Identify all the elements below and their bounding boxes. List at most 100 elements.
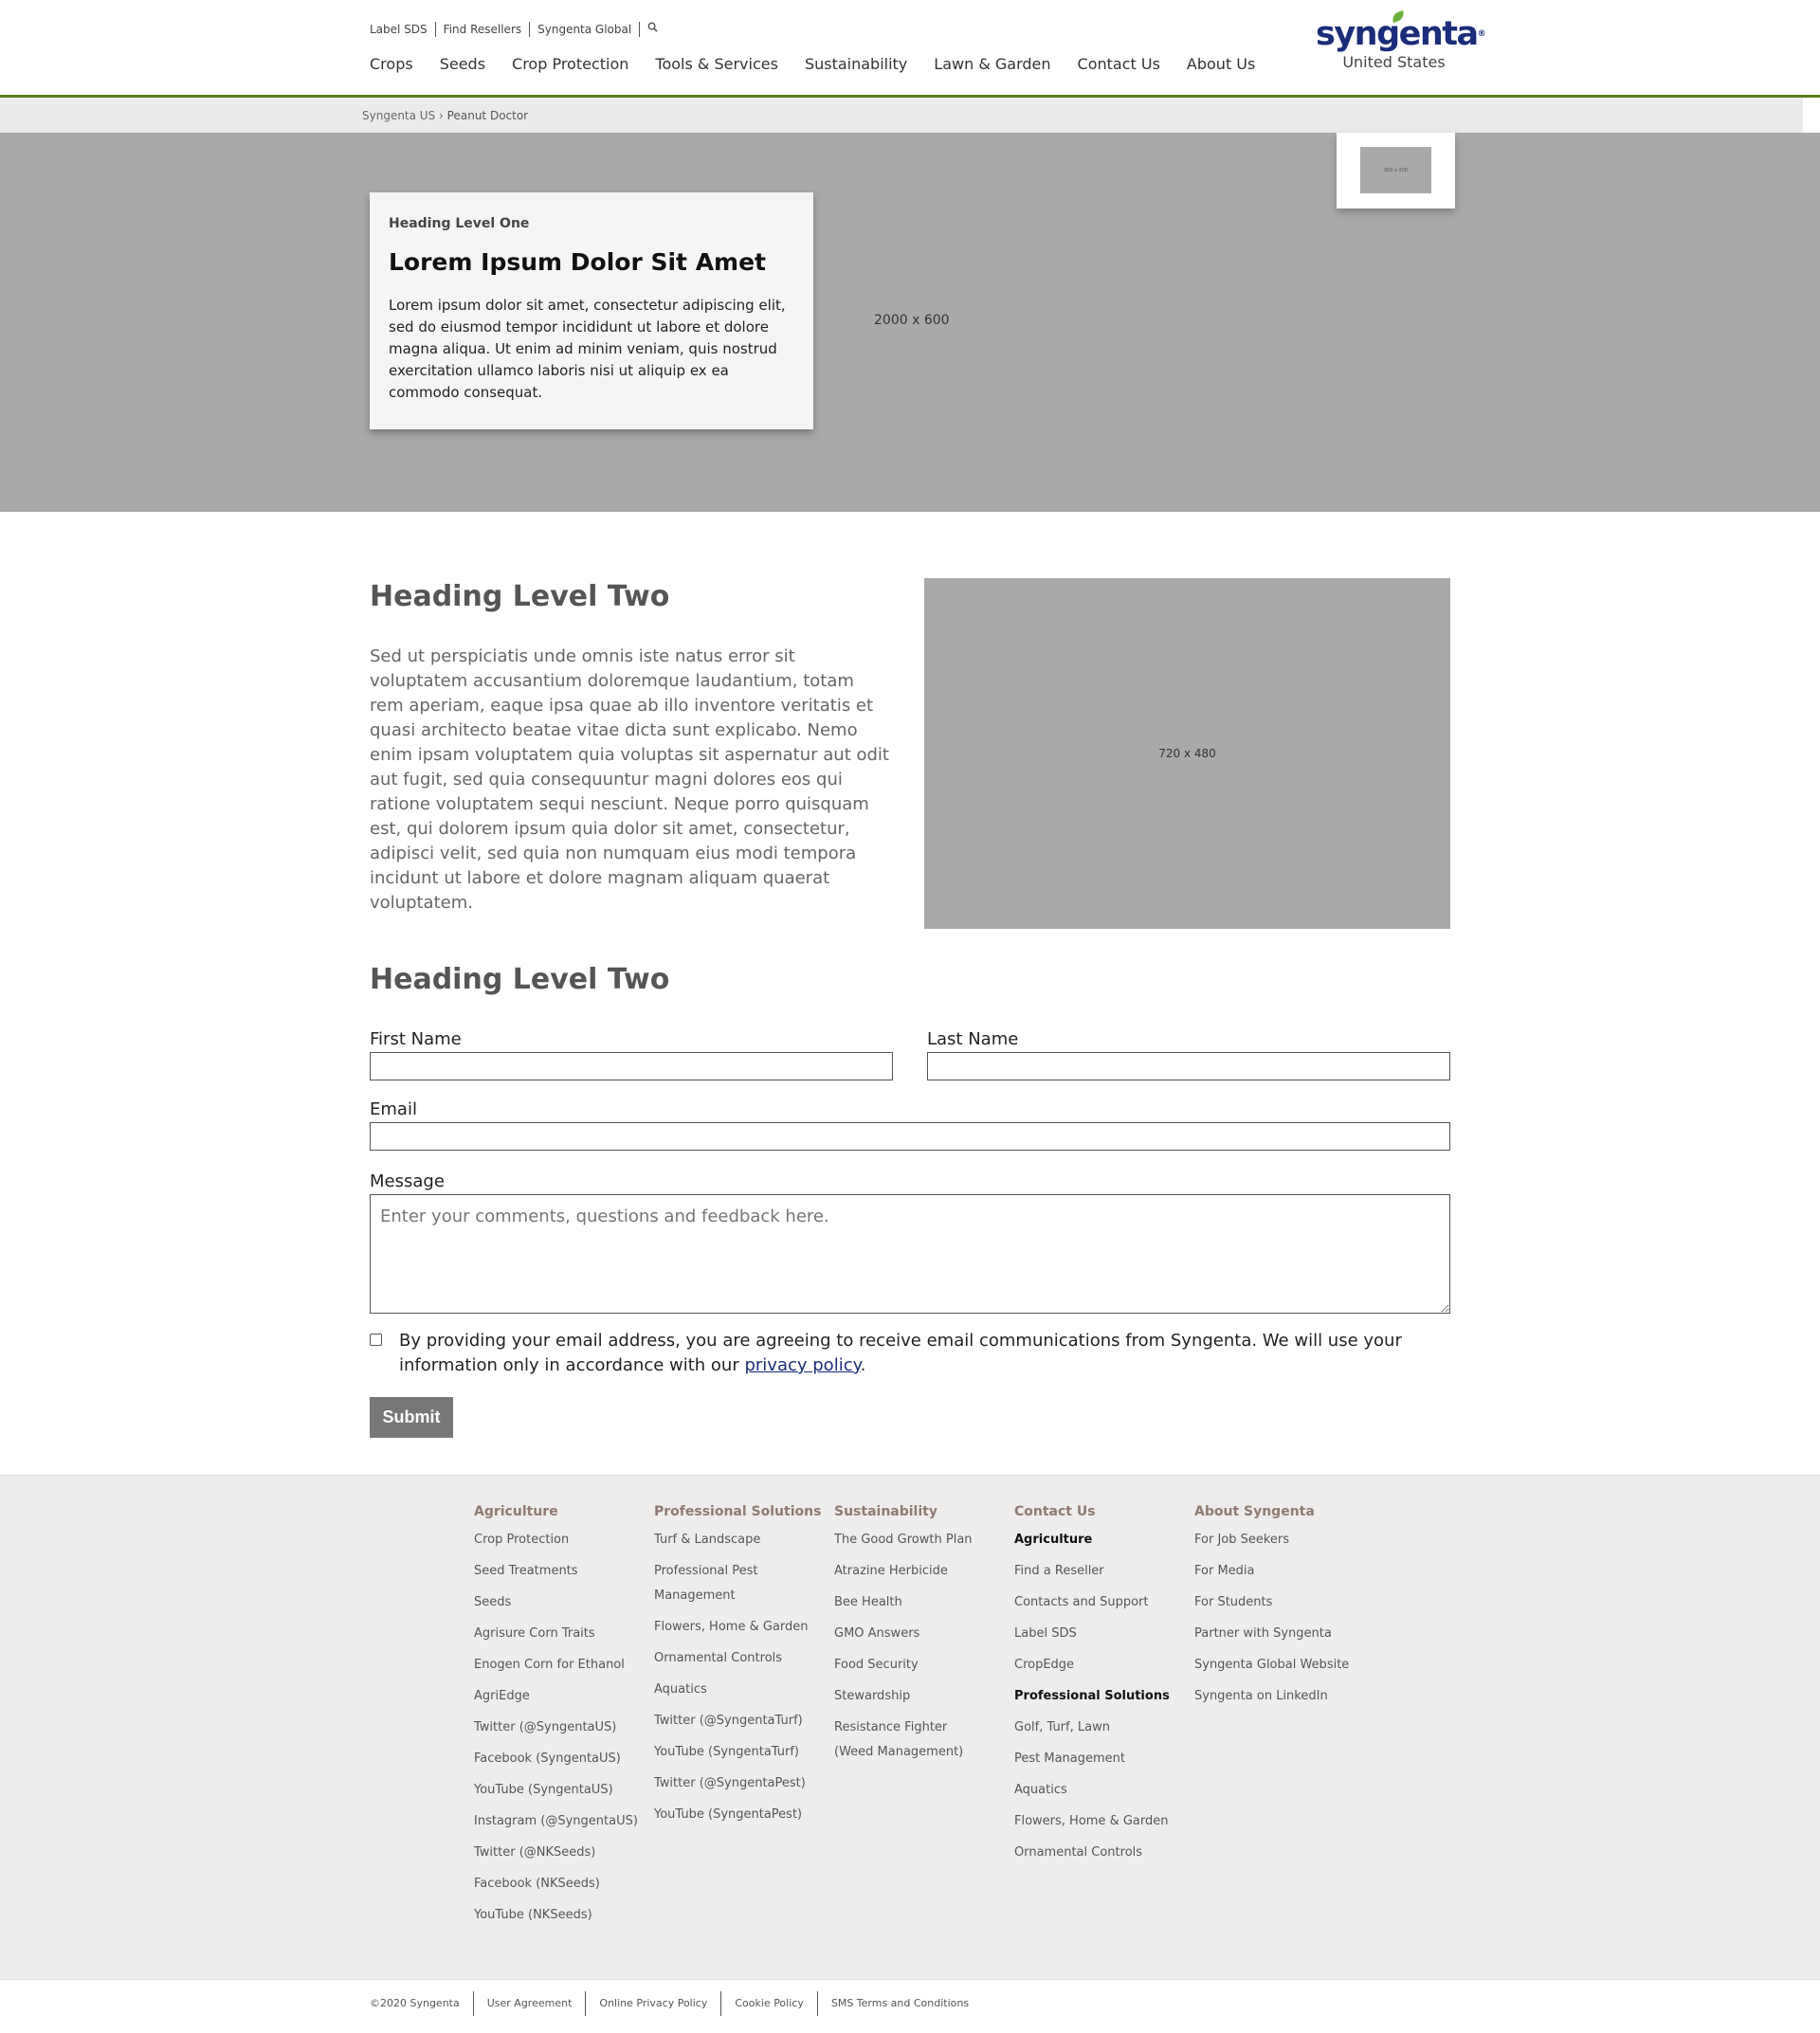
footer-col-title: About Syngenta [1194, 1504, 1315, 1519]
hero-thumbnail: 300 x 200 [1337, 133, 1455, 209]
footer-link[interactable]: Aquatics [1014, 1778, 1190, 1803]
legal-links: ©2020 Syngenta User Agreement Online Pri… [370, 1991, 982, 2016]
consent-text: By providing your email address, you are… [399, 1329, 1450, 1378]
site-header: Label SDS Find Resellers Syngenta Global… [0, 0, 1820, 98]
footer-col-title: Professional Solutions [654, 1504, 822, 1519]
footer-link[interactable]: Agrisure Corn Traits [474, 1622, 649, 1646]
footer-link[interactable]: Bee Health [834, 1590, 1010, 1615]
footer-link[interactable]: Seeds [474, 1590, 649, 1615]
footer-link[interactable]: Partner with Syngenta [1194, 1622, 1370, 1646]
footer-link[interactable]: YouTube (SyngentaUS) [474, 1778, 649, 1803]
footer-link[interactable]: Twitter (@SyngentaUS) [474, 1715, 649, 1740]
footer-link[interactable]: Food Security [834, 1653, 1010, 1678]
footer-col-about-syngenta: About Syngenta For Job Seekers For Media… [1194, 1504, 1370, 1715]
message-field[interactable] [370, 1194, 1450, 1314]
search-icon[interactable] [640, 22, 665, 37]
hero-card: Heading Level One Lorem Ipsum Dolor Sit … [370, 192, 813, 429]
footer-link[interactable]: Syngenta Global Website [1194, 1653, 1370, 1678]
hero-title: Lorem Ipsum Dolor Sit Amet [389, 248, 767, 276]
footer-link[interactable]: Facebook (SyngentaUS) [474, 1747, 649, 1771]
footer-link[interactable]: Stewardship [834, 1684, 1010, 1709]
utility-link-syngenta-global[interactable]: Syngenta Global [530, 22, 641, 37]
footer-link[interactable]: Aquatics [654, 1678, 829, 1702]
footer-link[interactable]: Atrazine Herbicide [834, 1559, 1010, 1584]
email-field[interactable] [370, 1122, 1450, 1151]
logo-region: United States [1342, 53, 1446, 71]
legal-link-user-agreement[interactable]: User Agreement [472, 1991, 586, 2016]
content-image-size: 720 x 480 [1158, 747, 1216, 760]
section-heading: Heading Level Two [370, 580, 670, 613]
footer-col-professional-solutions: Professional Solutions Turf & Landscape … [654, 1504, 829, 1834]
nav-item-tools-services[interactable]: Tools & Services [655, 55, 778, 73]
nav-item-seeds[interactable]: Seeds [440, 55, 485, 73]
last-name-label: Last Name [927, 1029, 1019, 1049]
footer-link[interactable]: Resistance Fighter (Weed Management) [834, 1715, 986, 1765]
footer-link[interactable]: Contacts and Support [1014, 1590, 1190, 1615]
message-label: Message [370, 1171, 445, 1191]
legal-link-sms-terms[interactable]: SMS Terms and Conditions [816, 1991, 982, 2016]
footer-link[interactable]: Label SDS [1014, 1622, 1190, 1646]
privacy-policy-link[interactable]: privacy policy [744, 1355, 860, 1375]
hero-banner: 2000 x 600 Heading Level One Lorem Ipsum… [0, 133, 1820, 512]
logo-registered-mark: ® [1477, 29, 1486, 39]
breadcrumb-root[interactable]: Syngenta US [362, 109, 435, 122]
utility-link-label-sds[interactable]: Label SDS [370, 22, 436, 37]
footer-link[interactable]: Facebook (NKSeeds) [474, 1872, 649, 1897]
footer-col-title: Sustainability [834, 1504, 937, 1519]
hero-body: Lorem ipsum dolor sit amet, consectetur … [389, 297, 786, 401]
form-heading: Heading Level Two [370, 963, 670, 996]
section-body: Sed ut perspiciatis unde omnis iste natu… [370, 646, 889, 913]
footer-link[interactable]: Twitter (@SyngentaPest) [654, 1771, 829, 1796]
utility-link-find-resellers[interactable]: Find Resellers [436, 22, 531, 37]
footer-link[interactable]: Ornamental Controls [1014, 1841, 1190, 1865]
legal-link-privacy-policy[interactable]: Online Privacy Policy [585, 1991, 720, 2016]
footer-link[interactable]: Crop Protection [474, 1528, 649, 1552]
breadcrumb-bar: Syngenta US › Peanut Doctor [0, 98, 1803, 133]
footer-link[interactable]: YouTube (SyngentaTurf) [654, 1740, 829, 1765]
footer-link[interactable]: Pest Management [1014, 1747, 1190, 1771]
first-name-label: First Name [370, 1029, 462, 1049]
footer-link[interactable]: CropEdge [1014, 1653, 1190, 1678]
footer-link[interactable]: Find a Reseller [1014, 1559, 1190, 1584]
syngenta-logo[interactable]: syngenta® United States [1316, 9, 1486, 78]
footer-col-contact-us: Contact Us Agriculture Find a Reseller C… [1014, 1504, 1190, 1872]
consent-end: . [860, 1355, 866, 1375]
footer-link[interactable]: Twitter (@SyngentaTurf) [654, 1709, 829, 1733]
nav-item-crop-protection[interactable]: Crop Protection [512, 55, 628, 73]
footer-link[interactable]: Enogen Corn for Ethanol [474, 1653, 649, 1678]
utility-nav: Label SDS Find Resellers Syngenta Global [370, 21, 665, 38]
nav-item-crops[interactable]: Crops [370, 55, 413, 73]
logo-wordmark: syngenta® [1316, 9, 1486, 53]
footer-link[interactable]: YouTube (NKSeeds) [474, 1903, 649, 1928]
breadcrumb: Syngenta US › Peanut Doctor [362, 109, 528, 122]
footer-link[interactable]: Seed Treatments [474, 1559, 649, 1584]
consent-checkbox[interactable] [370, 1334, 382, 1346]
footer-link[interactable]: For Media [1194, 1559, 1370, 1584]
footer-link[interactable]: AgriEdge [474, 1684, 649, 1709]
footer-link[interactable]: Syngenta on LinkedIn [1194, 1684, 1370, 1709]
footer-link[interactable]: YouTube (SyngentaPest) [654, 1803, 829, 1827]
footer-link[interactable]: Flowers, Home & Garden [1014, 1809, 1190, 1834]
footer-col-title: Contact Us [1014, 1504, 1096, 1519]
footer-link[interactable]: Turf & Landscape [654, 1528, 829, 1552]
footer-link[interactable]: Flowers, Home & Garden [654, 1615, 829, 1640]
footer-link[interactable]: For Students [1194, 1590, 1370, 1615]
footer-link[interactable]: Professional Pest Management [654, 1559, 806, 1608]
footer-link[interactable]: Twitter (@NKSeeds) [474, 1841, 649, 1865]
nav-item-about-us[interactable]: About Us [1187, 55, 1255, 73]
submit-button[interactable]: Submit [370, 1397, 453, 1438]
footer-link[interactable]: The Good Growth Plan [834, 1528, 1010, 1552]
first-name-field[interactable] [370, 1052, 893, 1080]
footer-link[interactable]: Ornamental Controls [654, 1646, 829, 1671]
footer-link[interactable]: GMO Answers [834, 1622, 1010, 1646]
site-footer: Agriculture Crop Protection Seed Treatme… [0, 1475, 1820, 1979]
footer-link[interactable]: Instagram (@SyngentaUS) [474, 1809, 649, 1834]
footer-link[interactable]: Golf, Turf, Lawn [1014, 1715, 1190, 1740]
last-name-field[interactable] [927, 1052, 1450, 1080]
content-image: 720 x 480 [924, 578, 1450, 929]
nav-item-sustainability[interactable]: Sustainability [805, 55, 907, 73]
legal-link-cookie-policy[interactable]: Cookie Policy [720, 1991, 816, 2016]
nav-item-contact-us[interactable]: Contact Us [1078, 55, 1160, 73]
footer-link[interactable]: For Job Seekers [1194, 1528, 1370, 1552]
nav-item-lawn-garden[interactable]: Lawn & Garden [934, 55, 1050, 73]
